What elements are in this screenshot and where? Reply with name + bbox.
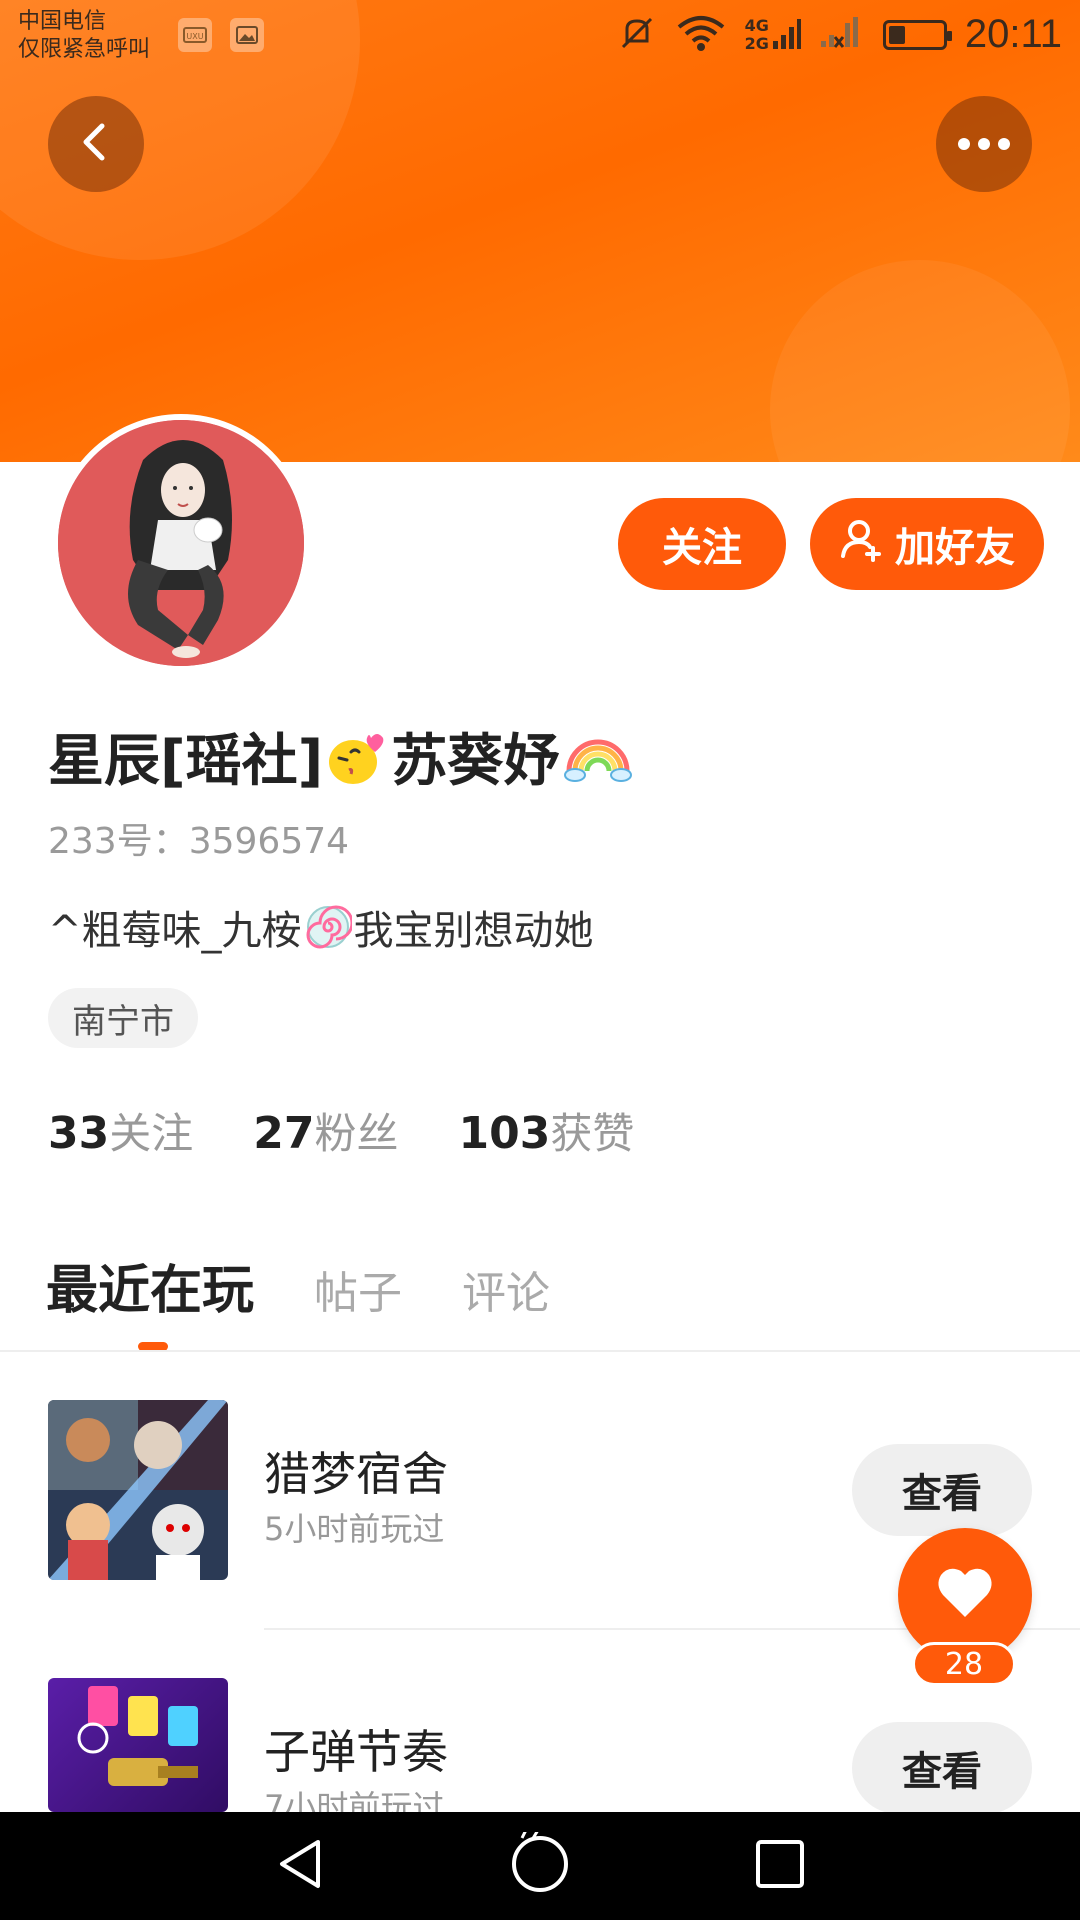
clock: 20:11 bbox=[964, 12, 1062, 56]
network-2g-label: 2G bbox=[744, 33, 769, 53]
game-played-time: 7小时前玩过 bbox=[264, 1788, 445, 1812]
banner-decoration bbox=[770, 260, 1070, 462]
game-thumbnail bbox=[48, 1400, 228, 1580]
follow-button[interactable]: 关注 bbox=[618, 498, 786, 590]
tab-comments[interactable]: 评论 bbox=[462, 1257, 550, 1321]
profile-tabs: 最近在玩 帖子 评论 bbox=[46, 1248, 550, 1323]
add-friend-button[interactable]: 加好友 bbox=[810, 498, 1044, 590]
view-button[interactable]: 查看 bbox=[852, 1444, 1032, 1536]
kiss-face-emoji bbox=[327, 728, 387, 786]
stat-label: 粉丝 bbox=[314, 1109, 399, 1158]
heart-icon bbox=[935, 1565, 995, 1625]
carrier-status: 仅限紧急呼叫 bbox=[18, 37, 151, 62]
game-name: 猎梦宿舍 bbox=[264, 1447, 448, 1501]
notification-icons: UXU bbox=[178, 18, 264, 52]
home-circle-icon bbox=[508, 1829, 572, 1900]
system-navigation-bar bbox=[0, 1812, 1080, 1920]
back-button[interactable] bbox=[48, 96, 144, 192]
stat-following[interactable]: 33 关注 bbox=[48, 1100, 193, 1161]
user-id: 233号：3596574 bbox=[48, 812, 349, 864]
bio-part2: 我宝别想动她 bbox=[353, 908, 594, 954]
profile-nickname: 星辰[瑶社] 苏葵妤 bbox=[48, 716, 633, 797]
location-label: 南宁市 bbox=[72, 1001, 174, 1042]
nav-recents-button[interactable] bbox=[748, 1834, 812, 1898]
follow-label: 关注 bbox=[662, 525, 742, 571]
tab-divider bbox=[0, 1350, 1080, 1352]
back-triangle-icon bbox=[272, 1836, 328, 1896]
add-friend-label: 加好友 bbox=[895, 525, 1015, 571]
stat-label: 获赞 bbox=[550, 1109, 635, 1158]
tab-posts[interactable]: 帖子 bbox=[314, 1257, 402, 1321]
stat-number: 33 bbox=[48, 1108, 110, 1159]
game-thumbnail bbox=[48, 1678, 228, 1812]
wifi-icon bbox=[675, 13, 727, 57]
user-id-value: 3596574 bbox=[188, 821, 350, 862]
location-tag: 南宁市 bbox=[48, 988, 198, 1048]
chevron-left-icon bbox=[74, 120, 118, 168]
stat-number: 103 bbox=[458, 1108, 551, 1159]
view-button[interactable]: 查看 bbox=[852, 1722, 1032, 1814]
nav-back-button[interactable] bbox=[268, 1834, 332, 1898]
profile-bio: ^粗莓味_九桉 我宝别想动她 bbox=[48, 898, 594, 956]
more-button[interactable] bbox=[936, 96, 1032, 192]
stat-likes[interactable]: 103 获赞 bbox=[459, 1100, 635, 1161]
svg-text:UXU: UXU bbox=[186, 32, 203, 41]
stat-label: 关注 bbox=[109, 1109, 194, 1158]
avatar[interactable] bbox=[52, 414, 310, 672]
like-count-badge: 28 bbox=[912, 1642, 1016, 1686]
more-dots-icon bbox=[958, 138, 1010, 150]
tab-recently-played[interactable]: 最近在玩 bbox=[46, 1248, 254, 1323]
signal-icon: 4G 2G bbox=[745, 15, 801, 55]
lollipop-emoji bbox=[304, 903, 353, 951]
nav-home-button[interactable] bbox=[508, 1829, 572, 1900]
rainbow-emoji bbox=[563, 729, 633, 785]
stat-number: 27 bbox=[253, 1108, 315, 1159]
status-indicators: 4G 2G 20:11 bbox=[617, 12, 1062, 57]
recents-square-icon bbox=[752, 1836, 808, 1896]
battery-icon bbox=[882, 19, 952, 50]
stat-fans[interactable]: 27 粉丝 bbox=[253, 1100, 398, 1161]
nickname-part1: 星辰[瑶社] bbox=[48, 729, 324, 794]
profile-stats: 33 关注 27 粉丝 103 获赞 bbox=[48, 1100, 634, 1161]
network-4g-label: 4G bbox=[744, 15, 769, 35]
carrier-info: 中国电信 仅限紧急呼叫 bbox=[18, 8, 150, 64]
avatar-image bbox=[58, 420, 304, 666]
no-signal-icon bbox=[819, 13, 865, 57]
status-bar: 中国电信 仅限紧急呼叫 UXU 4G 2G 20:11 bbox=[0, 0, 1080, 72]
user-id-label: 233号： bbox=[48, 821, 189, 862]
mute-icon bbox=[617, 13, 657, 57]
game-played-time: 5小时前玩过 bbox=[264, 1510, 445, 1548]
nickname-part2: 苏葵妤 bbox=[391, 729, 560, 794]
bio-part1: ^粗莓味_九桉 bbox=[48, 908, 302, 954]
add-user-icon bbox=[839, 516, 885, 572]
app-notification-icon: UXU bbox=[178, 18, 212, 52]
carrier-name: 中国电信 bbox=[18, 9, 107, 34]
game-name: 子弹节奏 bbox=[264, 1725, 448, 1779]
gallery-notification-icon bbox=[230, 18, 264, 52]
battery-fill bbox=[888, 25, 905, 44]
